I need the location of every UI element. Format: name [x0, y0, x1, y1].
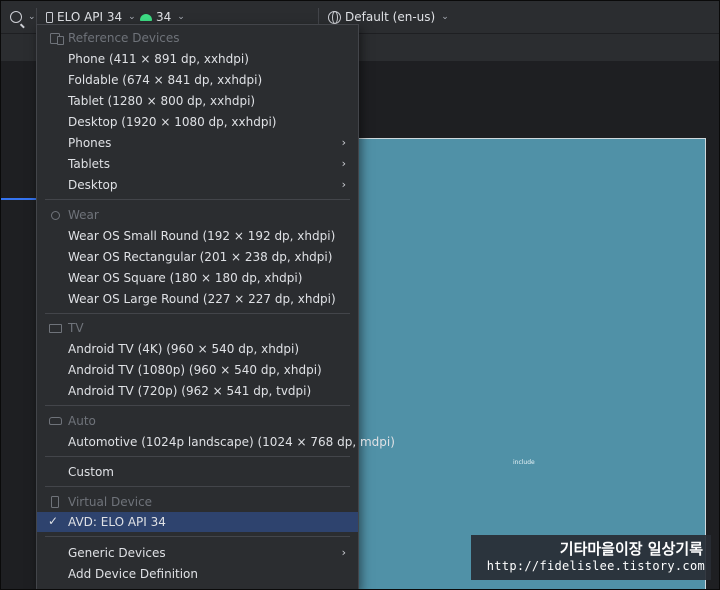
chevron-down-icon: ⌄ [28, 12, 36, 22]
car-icon [48, 414, 62, 428]
chevron-right-icon: › [341, 157, 346, 170]
device-preview[interactable] [343, 138, 706, 590]
chevron-down-icon: ⌄ [441, 12, 449, 22]
menu-header-wear: Wear [37, 205, 358, 225]
menu-divider [45, 486, 350, 487]
tv-icon [48, 321, 62, 335]
menu-header-reference-devices: Reference Devices [37, 28, 358, 48]
phone-icon [48, 495, 62, 509]
lens-icon [10, 11, 22, 23]
menu-item-avd-selected[interactable]: ✓ AVD: ELO API 34 [37, 512, 358, 532]
watermark-title: 기타마을이장 일상기록 [559, 540, 703, 558]
menu-item-wear-small-round[interactable]: Wear OS Small Round (192 × 192 dp, xhdpi… [37, 226, 358, 246]
watermark-url: http://fidelislee.tistory.com [486, 559, 705, 573]
watch-icon [48, 208, 62, 222]
menu-divider [45, 405, 350, 406]
locale-label: Default (en-us) [345, 10, 436, 24]
chevron-down-icon: ⌄ [128, 12, 136, 22]
chevron-right-icon: › [341, 178, 346, 191]
menu-item-wear-rectangular[interactable]: Wear OS Rectangular (201 × 238 dp, xhdpi… [37, 247, 358, 267]
menu-item-desktop[interactable]: Desktop (1920 × 1080 dp, xxhdpi) [37, 112, 358, 132]
menu-header-auto: Auto [37, 411, 358, 431]
zoom-button[interactable]: ⌄ [10, 0, 36, 34]
include-label: include [513, 459, 535, 466]
menu-header-tv: TV [37, 318, 358, 338]
menu-divider [45, 313, 350, 314]
chevron-right-icon: › [341, 136, 346, 149]
menu-divider [45, 536, 350, 537]
submenu-tablets[interactable]: Tablets › [37, 154, 358, 174]
menu-item-foldable[interactable]: Foldable (674 × 841 dp, xxhdpi) [37, 70, 358, 90]
api-label: 34 [156, 10, 172, 24]
menu-header-virtual-device: Virtual Device [37, 492, 358, 512]
submenu-generic-devices[interactable]: Generic Devices › [37, 543, 358, 563]
menu-item-tv-1080p[interactable]: Android TV (1080p) (960 × 540 dp, xhdpi) [37, 360, 358, 380]
focus-indicator [0, 198, 40, 200]
menu-item-automotive[interactable]: Automotive (1024p landscape) (1024 × 768… [37, 432, 395, 452]
menu-item-phone[interactable]: Phone (411 × 891 dp, xxhdpi) [37, 49, 358, 69]
menu-divider [45, 456, 350, 457]
menu-divider [45, 199, 350, 200]
chevron-right-icon: › [341, 546, 346, 559]
menu-item-tv-4k[interactable]: Android TV (4K) (960 × 540 dp, xhdpi) [37, 339, 358, 359]
globe-icon [328, 10, 341, 24]
device-dropdown-menu: Reference Devices Phone (411 × 891 dp, x… [36, 24, 395, 590]
phone-icon [46, 11, 53, 23]
menu-item-wear-square[interactable]: Wear OS Square (180 × 180 dp, xhdpi) [37, 268, 358, 288]
check-icon: ✓ [48, 514, 59, 528]
menu-item-add-device-definition[interactable]: Add Device Definition [37, 564, 358, 584]
submenu-phones[interactable]: Phones › [37, 133, 358, 153]
android-icon [140, 13, 152, 21]
devices-icon [48, 31, 64, 45]
watermark: 기타마을이장 일상기록 http://fidelislee.tistory.co… [471, 535, 711, 580]
submenu-desktop[interactable]: Desktop › [37, 175, 358, 195]
chevron-down-icon: ⌄ [177, 12, 185, 22]
menu-item-tablet[interactable]: Tablet (1280 × 800 dp, xxhdpi) [37, 91, 358, 111]
menu-item-custom[interactable]: Custom [37, 462, 358, 482]
menu-item-wear-large-round[interactable]: Wear OS Large Round (227 × 227 dp, xhdpi… [37, 289, 358, 309]
device-label: ELO API 34 [57, 10, 123, 24]
menu-item-tv-720p[interactable]: Android TV (720p) (962 × 541 dp, tvdpi) [37, 381, 358, 401]
